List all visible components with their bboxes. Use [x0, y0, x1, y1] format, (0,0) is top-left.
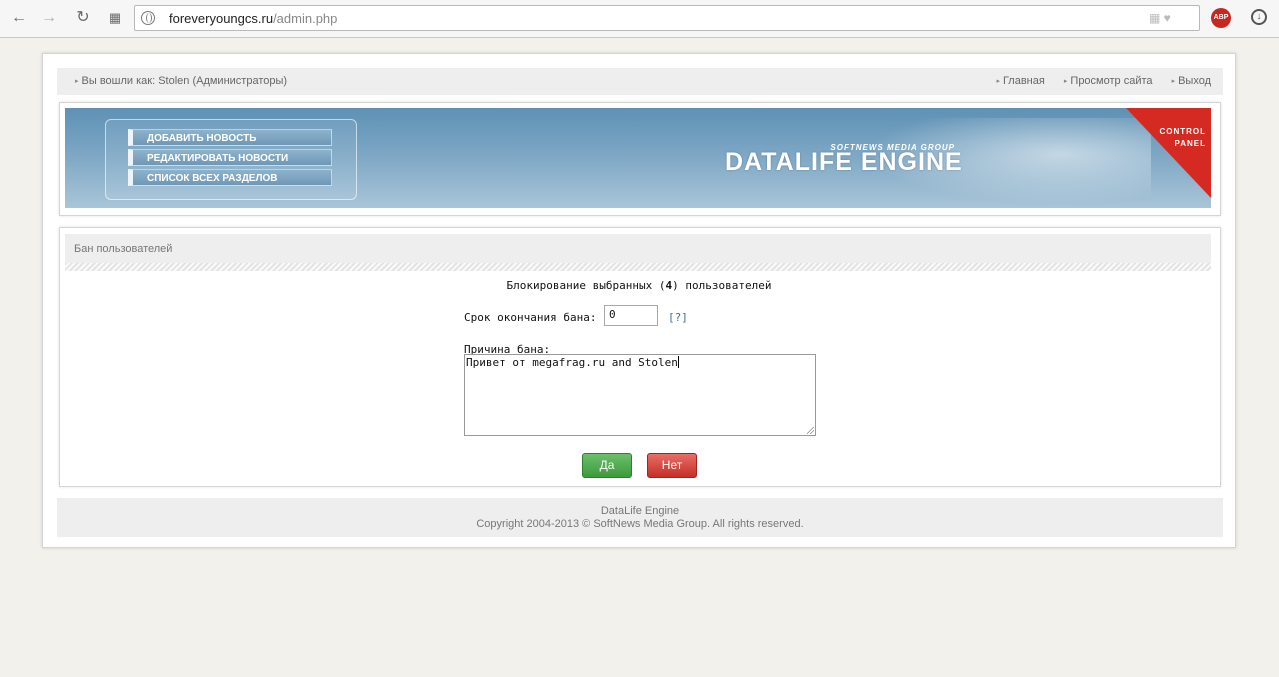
confirm-yes-button[interactable]: Да: [582, 453, 632, 478]
url-text[interactable]: foreveryoungcs.ru/admin.php: [169, 11, 337, 26]
top-nav-bar: ▸ Вы вошли как: Stolen (Администраторы) ▸…: [57, 68, 1223, 95]
quick-menu: ДОБАВИТЬ НОВОСТЬ РЕДАКТИРОВАТЬ НОВОСТИ С…: [105, 119, 357, 200]
section-header: Бан пользователей: [65, 234, 1211, 263]
arrow-icon: ▸: [75, 78, 79, 85]
adblock-icon[interactable]: ABP: [1211, 8, 1231, 28]
control-panel-ribbon: [1126, 108, 1211, 198]
arrow-icon: ▸: [1171, 78, 1176, 85]
admin-panel: ▸ Вы вошли как: Stolen (Администраторы) ▸…: [42, 53, 1236, 548]
cancel-no-button[interactable]: Нет: [647, 453, 697, 478]
edit-news-button[interactable]: РЕДАКТИРОВАТЬ НОВОСТИ: [128, 149, 332, 166]
brand-logo: DATALIFE ENGINE: [725, 148, 963, 176]
add-news-button[interactable]: ДОБАВИТЬ НОВОСТЬ: [128, 129, 332, 146]
arrow-icon: ▸: [1063, 78, 1068, 85]
header-banner: ДОБАВИТЬ НОВОСТЬ РЕДАКТИРОВАТЬ НОВОСТИ С…: [65, 108, 1211, 208]
help-link[interactable]: [?]: [668, 311, 688, 324]
ban-term-input[interactable]: 0: [604, 305, 658, 326]
download-icon[interactable]: ↓: [1251, 9, 1267, 25]
login-status: ▸ Вы вошли как: Stolen (Администраторы): [75, 75, 288, 87]
footer-product: DataLife Engine: [600, 505, 680, 517]
arrow-icon: ▸: [996, 78, 1000, 85]
browser-toolbar: ← → ↻ ▦ foreveryoungcs.ru/admin.php ▦ ♥ …: [0, 0, 1279, 38]
footer-copyright: Copyright 2004-2013 © SoftNews Media Gro…: [476, 518, 804, 530]
footer: DataLife Engine Copyright 2004-2013 © So…: [57, 498, 1223, 537]
term-label: Срок окончания бана:: [464, 311, 597, 324]
apps-icon[interactable]: ▦: [104, 8, 126, 28]
header-banner-frame: ДОБАВИТЬ НОВОСТЬ РЕДАКТИРОВАТЬ НОВОСТИ С…: [59, 102, 1221, 216]
bookmark-icon[interactable]: ▦ ♥: [1149, 11, 1189, 25]
section-title: Бан пользователей: [74, 243, 173, 255]
resize-handle-icon[interactable]: [807, 427, 814, 434]
view-site-link[interactable]: ▸ Просмотр сайта: [1064, 75, 1153, 87]
control-panel-label: CONTROL PANEL: [1159, 127, 1206, 148]
ban-reason-textarea[interactable]: Привет от megafrag.ru and Stolen: [464, 354, 816, 436]
home-link[interactable]: ▸ Главная: [996, 75, 1044, 87]
logout-link[interactable]: ▸ Выход: [1172, 75, 1211, 87]
text-cursor: [677, 356, 679, 368]
ban-heading: Блокирование выбранных (4) пользователей: [506, 279, 772, 292]
address-bar[interactable]: foreveryoungcs.ru/admin.php ▦ ♥: [134, 5, 1200, 31]
page-info-icon[interactable]: [141, 11, 155, 25]
back-icon[interactable]: ←: [8, 8, 30, 28]
header-divider: [65, 263, 1211, 271]
reload-icon[interactable]: ↻: [72, 8, 94, 28]
ban-users-panel: Бан пользователей Блокирование выбранных…: [59, 227, 1221, 487]
categories-list-button[interactable]: СПИСОК ВСЕХ РАЗДЕЛОВ: [128, 169, 332, 186]
forward-icon[interactable]: →: [38, 8, 60, 28]
